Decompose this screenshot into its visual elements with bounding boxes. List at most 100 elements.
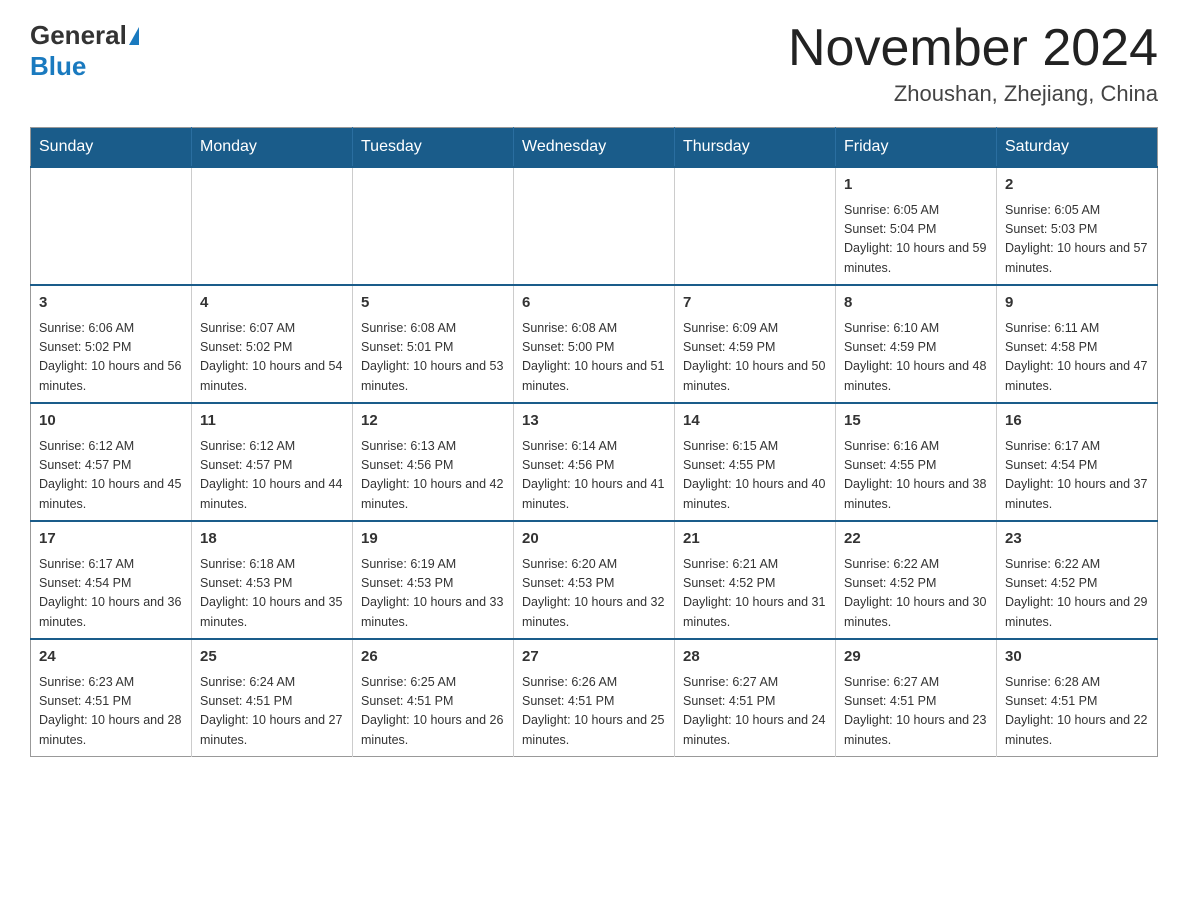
- logo: General Blue: [30, 20, 141, 82]
- calendar-cell: 13 Sunrise: 6:14 AMSunset: 4:56 PMDayligh…: [514, 403, 675, 521]
- day-number: 14: [683, 410, 827, 433]
- day-number: 24: [39, 646, 183, 669]
- day-info: Sunrise: 6:12 AMSunset: 4:57 PMDaylight:…: [39, 437, 183, 515]
- day-number: 28: [683, 646, 827, 669]
- calendar-cell: 4 Sunrise: 6:07 AMSunset: 5:02 PMDaylight…: [192, 285, 353, 403]
- day-number: 3: [39, 292, 183, 315]
- day-number: 22: [844, 528, 988, 551]
- day-number: 7: [683, 292, 827, 315]
- location-title: Zhoushan, Zhejiang, China: [788, 81, 1158, 107]
- calendar-cell: [353, 167, 514, 285]
- day-of-week-header: Monday: [192, 128, 353, 168]
- day-number: 5: [361, 292, 505, 315]
- calendar-cell: 28 Sunrise: 6:27 AMSunset: 4:51 PMDayligh…: [675, 639, 836, 757]
- day-info: Sunrise: 6:22 AMSunset: 4:52 PMDaylight:…: [1005, 555, 1149, 633]
- calendar-cell: 20 Sunrise: 6:20 AMSunset: 4:53 PMDayligh…: [514, 521, 675, 639]
- day-info: Sunrise: 6:21 AMSunset: 4:52 PMDaylight:…: [683, 555, 827, 633]
- calendar-cell: 29 Sunrise: 6:27 AMSunset: 4:51 PMDayligh…: [836, 639, 997, 757]
- calendar-cell: 19 Sunrise: 6:19 AMSunset: 4:53 PMDayligh…: [353, 521, 514, 639]
- day-number: 17: [39, 528, 183, 551]
- calendar-cell: 2Sunrise: 6:05 AMSunset: 5:03 PMDaylight…: [997, 167, 1158, 285]
- day-info: Sunrise: 6:13 AMSunset: 4:56 PMDaylight:…: [361, 437, 505, 515]
- calendar-cell: [514, 167, 675, 285]
- day-info: Sunrise: 6:22 AMSunset: 4:52 PMDaylight:…: [844, 555, 988, 633]
- day-number: 15: [844, 410, 988, 433]
- day-info: Sunrise: 6:07 AMSunset: 5:02 PMDaylight:…: [200, 319, 344, 397]
- day-info: Sunrise: 6:19 AMSunset: 4:53 PMDaylight:…: [361, 555, 505, 633]
- calendar-cell: 23 Sunrise: 6:22 AMSunset: 4:52 PMDayligh…: [997, 521, 1158, 639]
- day-info: Sunrise: 6:08 AMSunset: 5:01 PMDaylight:…: [361, 319, 505, 397]
- day-of-week-header: Wednesday: [514, 128, 675, 168]
- day-number: 2: [1005, 174, 1149, 197]
- day-number: 30: [1005, 646, 1149, 669]
- day-of-week-header: Sunday: [31, 128, 192, 168]
- day-number: 13: [522, 410, 666, 433]
- calendar-cell: [31, 167, 192, 285]
- calendar-cell: 18 Sunrise: 6:18 AMSunset: 4:53 PMDayligh…: [192, 521, 353, 639]
- day-number: 16: [1005, 410, 1149, 433]
- calendar-cell: 1Sunrise: 6:05 AMSunset: 5:04 PMDaylight…: [836, 167, 997, 285]
- calendar-week-row: 1Sunrise: 6:05 AMSunset: 5:04 PMDaylight…: [31, 167, 1158, 285]
- day-number: 21: [683, 528, 827, 551]
- calendar-week-row: 3 Sunrise: 6:06 AMSunset: 5:02 PMDaylight…: [31, 285, 1158, 403]
- day-number: 26: [361, 646, 505, 669]
- logo-general-text: General: [30, 20, 127, 51]
- calendar-cell: 15Sunrise: 6:16 AMSunset: 4:55 PMDayligh…: [836, 403, 997, 521]
- day-number: 29: [844, 646, 988, 669]
- day-info: Sunrise: 6:27 AMSunset: 4:51 PMDaylight:…: [683, 673, 827, 751]
- day-info: Sunrise: 6:08 AMSunset: 5:00 PMDaylight:…: [522, 319, 666, 397]
- calendar-cell: 16 Sunrise: 6:17 AMSunset: 4:54 PMDayligh…: [997, 403, 1158, 521]
- day-info: Sunrise: 6:18 AMSunset: 4:53 PMDaylight:…: [200, 555, 344, 633]
- day-number: 25: [200, 646, 344, 669]
- day-info: Sunrise: 6:23 AMSunset: 4:51 PMDaylight:…: [39, 673, 183, 751]
- calendar-week-row: 24 Sunrise: 6:23 AMSunset: 4:51 PMDayligh…: [31, 639, 1158, 757]
- calendar-cell: 6 Sunrise: 6:08 AMSunset: 5:00 PMDaylight…: [514, 285, 675, 403]
- day-of-week-header: Thursday: [675, 128, 836, 168]
- day-number: 8: [844, 292, 988, 315]
- calendar-cell: 5 Sunrise: 6:08 AMSunset: 5:01 PMDaylight…: [353, 285, 514, 403]
- calendar-cell: 3 Sunrise: 6:06 AMSunset: 5:02 PMDaylight…: [31, 285, 192, 403]
- calendar-cell: 10 Sunrise: 6:12 AMSunset: 4:57 PMDayligh…: [31, 403, 192, 521]
- title-area: November 2024 Zhoushan, Zhejiang, China: [788, 20, 1158, 107]
- day-info: Sunrise: 6:06 AMSunset: 5:02 PMDaylight:…: [39, 319, 183, 397]
- calendar-cell: 12 Sunrise: 6:13 AMSunset: 4:56 PMDayligh…: [353, 403, 514, 521]
- day-info: Sunrise: 6:05 AMSunset: 5:04 PMDaylight:…: [844, 201, 988, 279]
- calendar-cell: [675, 167, 836, 285]
- calendar-cell: 24 Sunrise: 6:23 AMSunset: 4:51 PMDayligh…: [31, 639, 192, 757]
- day-info: Sunrise: 6:27 AMSunset: 4:51 PMDaylight:…: [844, 673, 988, 751]
- month-title: November 2024: [788, 20, 1158, 77]
- day-info: Sunrise: 6:20 AMSunset: 4:53 PMDaylight:…: [522, 555, 666, 633]
- day-info: Sunrise: 6:17 AMSunset: 4:54 PMDaylight:…: [1005, 437, 1149, 515]
- calendar-cell: 25 Sunrise: 6:24 AMSunset: 4:51 PMDayligh…: [192, 639, 353, 757]
- calendar-week-row: 10 Sunrise: 6:12 AMSunset: 4:57 PMDayligh…: [31, 403, 1158, 521]
- calendar-cell: 22 Sunrise: 6:22 AMSunset: 4:52 PMDayligh…: [836, 521, 997, 639]
- day-info: Sunrise: 6:11 AMSunset: 4:58 PMDaylight:…: [1005, 319, 1149, 397]
- calendar-table: SundayMondayTuesdayWednesdayThursdayFrid…: [30, 127, 1158, 757]
- calendar-cell: 8Sunrise: 6:10 AMSunset: 4:59 PMDaylight…: [836, 285, 997, 403]
- day-number: 19: [361, 528, 505, 551]
- page-header: General Blue November 2024 Zhoushan, Zhe…: [30, 20, 1158, 107]
- day-number: 4: [200, 292, 344, 315]
- day-number: 10: [39, 410, 183, 433]
- day-info: Sunrise: 6:25 AMSunset: 4:51 PMDaylight:…: [361, 673, 505, 751]
- day-number: 6: [522, 292, 666, 315]
- day-of-week-header: Tuesday: [353, 128, 514, 168]
- day-number: 27: [522, 646, 666, 669]
- day-info: Sunrise: 6:15 AMSunset: 4:55 PMDaylight:…: [683, 437, 827, 515]
- day-of-week-header: Saturday: [997, 128, 1158, 168]
- day-info: Sunrise: 6:26 AMSunset: 4:51 PMDaylight:…: [522, 673, 666, 751]
- calendar-cell: 26 Sunrise: 6:25 AMSunset: 4:51 PMDayligh…: [353, 639, 514, 757]
- day-number: 12: [361, 410, 505, 433]
- day-info: Sunrise: 6:17 AMSunset: 4:54 PMDaylight:…: [39, 555, 183, 633]
- day-number: 18: [200, 528, 344, 551]
- day-info: Sunrise: 6:28 AMSunset: 4:51 PMDaylight:…: [1005, 673, 1149, 751]
- calendar-week-row: 17 Sunrise: 6:17 AMSunset: 4:54 PMDayligh…: [31, 521, 1158, 639]
- day-info: Sunrise: 6:24 AMSunset: 4:51 PMDaylight:…: [200, 673, 344, 751]
- calendar-cell: 21 Sunrise: 6:21 AMSunset: 4:52 PMDayligh…: [675, 521, 836, 639]
- day-info: Sunrise: 6:12 AMSunset: 4:57 PMDaylight:…: [200, 437, 344, 515]
- day-info: Sunrise: 6:14 AMSunset: 4:56 PMDaylight:…: [522, 437, 666, 515]
- day-number: 20: [522, 528, 666, 551]
- day-number: 11: [200, 410, 344, 433]
- day-number: 23: [1005, 528, 1149, 551]
- day-info: Sunrise: 6:09 AMSunset: 4:59 PMDaylight:…: [683, 319, 827, 397]
